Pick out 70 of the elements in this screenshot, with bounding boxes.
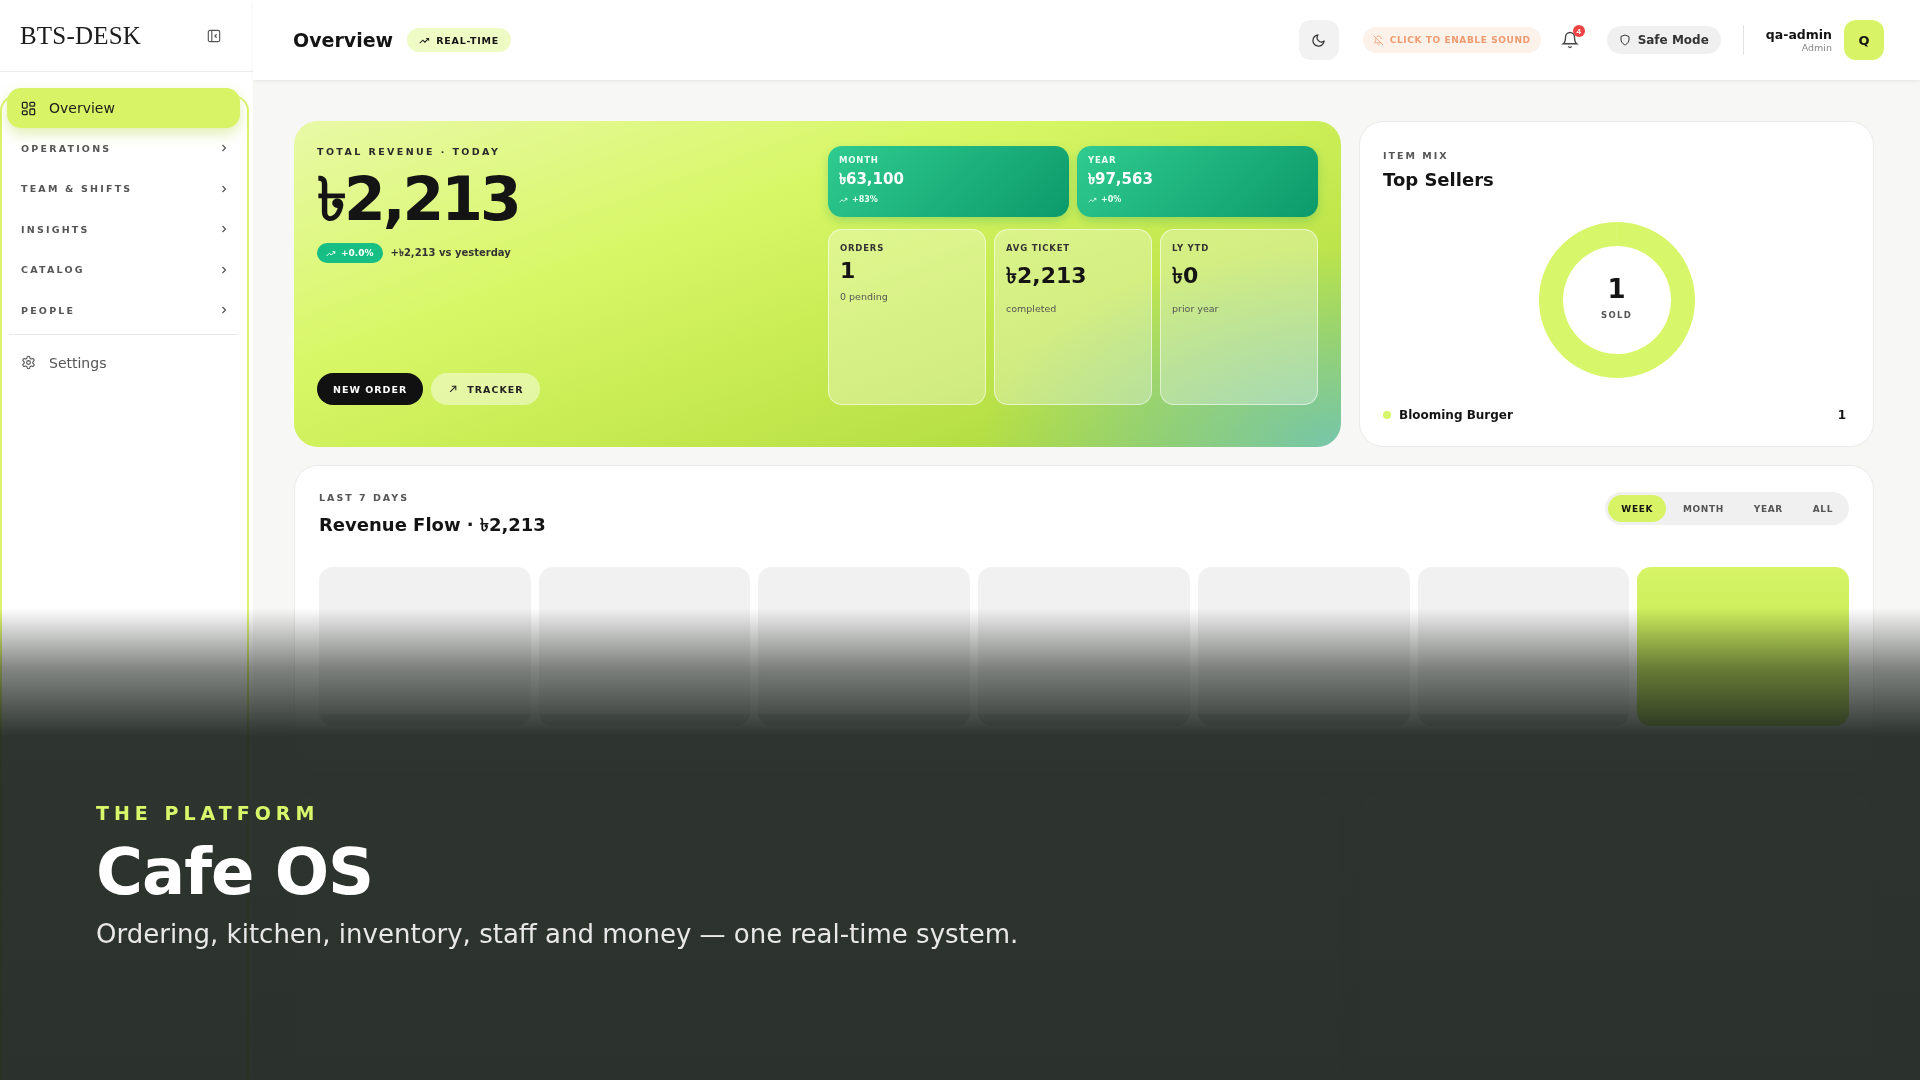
nav-section[interactable]: TEAM & SHIFTS bbox=[7, 168, 240, 209]
tile-label: YEAR bbox=[1088, 155, 1118, 165]
donut-total: 1 bbox=[1607, 276, 1626, 302]
nav-section[interactable]: OPERATIONS bbox=[7, 128, 240, 169]
user-name: qa-admin bbox=[1765, 27, 1832, 42]
nav-section-label: INSIGHTS bbox=[21, 223, 90, 235]
tile-label: ORDERS bbox=[840, 243, 886, 253]
nav-section-label: PEOPLE bbox=[21, 304, 76, 316]
comparison-text: +৳2,213 vs yesterday bbox=[390, 245, 511, 260]
nav-section-label: TEAM & SHIFTS bbox=[21, 183, 133, 195]
theme-toggle-button[interactable] bbox=[1298, 20, 1339, 60]
tile-value: ৳0 bbox=[1172, 262, 1200, 290]
sidebar-toggle-icon[interactable] bbox=[207, 28, 221, 43]
legend-count: 1 bbox=[1837, 408, 1846, 422]
tile-label: LY YTD bbox=[1172, 243, 1210, 253]
dashboard-icon bbox=[21, 100, 36, 116]
promo-tagline: Ordering, kitchen, inventory, staff and money — one real-time system. bbox=[96, 918, 1019, 949]
bell-icon bbox=[1560, 31, 1579, 49]
trend-up-icon bbox=[839, 196, 848, 203]
settings-link[interactable]: Settings bbox=[7, 342, 240, 383]
nav-section[interactable]: PEOPLE bbox=[7, 290, 240, 331]
range-tab[interactable]: MONTH bbox=[1669, 495, 1737, 522]
notification-count: 4 bbox=[1572, 25, 1585, 37]
card-title: Top Sellers bbox=[1383, 169, 1495, 190]
tile-value: 1 bbox=[840, 258, 857, 283]
tile-change: +0% bbox=[1101, 195, 1122, 204]
revenue-amount: ৳2,213 bbox=[317, 169, 520, 229]
promo-title: Cafe OS bbox=[96, 834, 374, 911]
revenue-label: TOTAL REVENUE · TODAY bbox=[317, 146, 502, 157]
range-tab[interactable]: YEAR bbox=[1740, 495, 1796, 522]
realtime-indicator: REAL-TIME bbox=[407, 28, 512, 52]
safe-mode-button[interactable]: Safe Mode bbox=[1606, 26, 1721, 54]
donut-caption: SOLD bbox=[1601, 310, 1632, 320]
legend-label: Blooming Burger bbox=[1399, 408, 1514, 422]
nav-item[interactable]: Overview bbox=[7, 88, 240, 128]
brand-logo: BTS-DESK bbox=[20, 21, 142, 50]
trend-up-icon bbox=[1088, 196, 1097, 203]
new-order-button[interactable]: NEW ORDER bbox=[317, 373, 424, 405]
tracker-button[interactable]: TRACKER bbox=[431, 373, 540, 405]
tile-change: +83% bbox=[852, 195, 878, 204]
tile-label: MONTH bbox=[839, 155, 880, 165]
card-eyebrow: LAST 7 DAYS bbox=[319, 492, 410, 503]
card-title: Revenue Flow · ৳2,213 bbox=[319, 513, 546, 537]
notifications-button[interactable]: 4 bbox=[1558, 28, 1581, 52]
arrow-up-right-icon bbox=[449, 385, 458, 393]
tile-label: AVG TICKET bbox=[1006, 243, 1071, 253]
tile-value: ৳97,563 bbox=[1088, 169, 1154, 190]
page-title: Overview bbox=[293, 29, 394, 51]
range-tab[interactable]: WEEK bbox=[1608, 495, 1666, 522]
tile-value: ৳63,100 bbox=[839, 169, 905, 190]
tile-note: completed bbox=[1006, 303, 1058, 314]
nav-section[interactable]: INSIGHTS bbox=[7, 209, 240, 250]
nav-section-label: OPERATIONS bbox=[21, 142, 112, 154]
trend-up-icon bbox=[326, 249, 336, 257]
user-avatar[interactable]: Q bbox=[1844, 20, 1884, 60]
trend-up-icon bbox=[419, 36, 431, 44]
settings-icon bbox=[21, 355, 36, 370]
tile-note: prior year bbox=[1172, 303, 1220, 314]
nav-section[interactable]: CATALOG bbox=[7, 249, 240, 290]
tile-value: ৳2,213 bbox=[1006, 262, 1088, 290]
tile-note: 0 pending bbox=[840, 291, 889, 302]
change-pill: +0.0% bbox=[317, 243, 383, 263]
card-eyebrow: ITEM MIX bbox=[1383, 150, 1450, 161]
nav-section-label: CATALOG bbox=[21, 264, 85, 276]
moon-icon bbox=[1311, 32, 1327, 48]
user-role: Admin bbox=[1801, 42, 1832, 53]
promo-eyebrow: THE PLATFORM bbox=[96, 802, 320, 824]
shield-icon bbox=[1618, 34, 1631, 46]
bell-off-icon bbox=[1372, 34, 1384, 46]
range-tab[interactable]: ALL bbox=[1799, 495, 1846, 522]
